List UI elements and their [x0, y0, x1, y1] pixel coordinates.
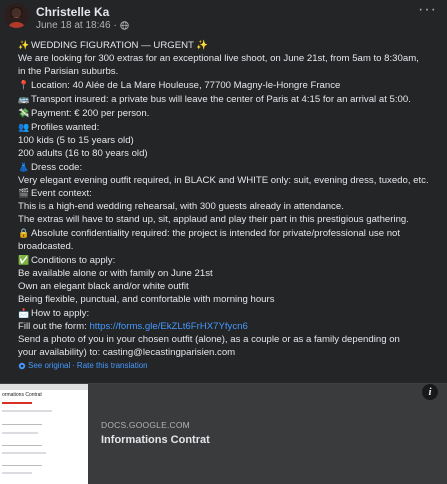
- post-line: ✅ Conditions to apply:: [18, 254, 442, 268]
- line-text: The extras will have to stand up, sit, a…: [18, 214, 409, 226]
- line-emoji-icon: 🚌: [18, 93, 30, 104]
- translation-dot: ·: [72, 361, 75, 370]
- post-line: Very elegant evening outfit required, in…: [18, 175, 442, 188]
- post-line: 📩 How to apply:: [18, 307, 442, 321]
- form-link[interactable]: https://forms.gle/EkZLt6FrHX7Yfycn6: [89, 321, 247, 332]
- line-emoji-icon: 👥: [18, 121, 30, 132]
- post-meta: June 18 at 18:46 ·: [36, 20, 129, 31]
- line-text: Dress code:: [31, 161, 83, 173]
- line-text: How to apply:: [31, 308, 90, 320]
- info-icon[interactable]: i: [422, 384, 438, 400]
- line-text: Event context:: [31, 188, 92, 200]
- link-title[interactable]: Informations Contrat: [101, 434, 210, 446]
- line-text: This is a high-end wedding rehearsal, wi…: [18, 201, 344, 213]
- line-text: Payment: € 200 per person.: [31, 107, 150, 119]
- line-text: WEDDING FIGURATION — URGENT ✨: [31, 40, 209, 51]
- line-emoji-icon: 🎬: [18, 188, 30, 199]
- form-thumbnail: ormations Contrat: [0, 384, 88, 484]
- line-text: 200 adults (16 to 80 years old): [18, 147, 148, 159]
- meta-separator: ·: [113, 20, 117, 31]
- rate-translation-link[interactable]: Rate this translation: [77, 361, 148, 370]
- post-line: Be available alone or with family on Jun…: [18, 268, 442, 281]
- line-text: Profiles wanted:: [31, 121, 100, 133]
- post-line: Send a photo of you in your chosen outfi…: [18, 333, 400, 345]
- author-name[interactable]: Christelle Ka: [36, 5, 109, 19]
- thumbnail-title: ormations Contrat: [2, 392, 42, 398]
- line-text: We are looking for 300 extras for an exc…: [18, 52, 419, 64]
- post-text: ✨ WEDDING FIGURATION — URGENT ✨ We are loo…: [18, 39, 442, 360]
- line-text: Being flexible, punctual, and comfortabl…: [18, 294, 275, 306]
- line-text: Absolute confidentiality required: the p…: [31, 228, 401, 240]
- line-text: Location: 40 Alée de La Mare Houleuse, 7…: [31, 79, 341, 91]
- translation-row: See original · Rate this translation: [18, 361, 148, 370]
- post-line: in the Parisian suburbs.: [18, 66, 442, 79]
- post-line: We are looking for 300 extras for an exc…: [18, 53, 442, 66]
- globe-icon: [120, 21, 129, 30]
- line-text: broadcasted.: [18, 241, 74, 253]
- post-line: 100 kids (5 to 15 years old): [18, 135, 442, 148]
- post-timestamp[interactable]: June 18 at 18:46: [36, 20, 111, 31]
- post-line: 💸 Payment: € 200 per person.: [18, 107, 442, 121]
- post-line: your availability) to: casting@lecasting…: [18, 346, 236, 358]
- see-original-link[interactable]: See original: [28, 361, 70, 370]
- line-text: Conditions to apply:: [31, 255, 116, 267]
- line-text: Transport insured: a private bus will le…: [31, 93, 411, 105]
- post-line: ✨ WEDDING FIGURATION — URGENT ✨: [18, 39, 442, 53]
- author-avatar[interactable]: [4, 3, 29, 28]
- line-emoji-icon: 💸: [18, 107, 30, 118]
- line-text: Be available alone or with family on Jun…: [18, 268, 213, 280]
- line-emoji-icon: 👗: [18, 161, 30, 172]
- post-line: 👗 Dress code:: [18, 161, 442, 175]
- avatar-image: [4, 3, 29, 28]
- facebook-post: Christelle Ka June 18 at 18:46 · ··· ✨ WE…: [0, 0, 447, 484]
- apply-line: Fill out the form: https://forms.gle/EkZ…: [18, 321, 442, 334]
- post-line: Being flexible, punctual, and comfortabl…: [18, 294, 442, 307]
- post-line: 📍 Location: 40 Alée de La Mare Houleuse, …: [18, 79, 442, 93]
- line-emoji-icon: 🔒: [18, 228, 30, 239]
- post-line: 🔒 Absolute confidentiality required: the …: [18, 227, 442, 241]
- post-line: 200 adults (16 to 80 years old): [18, 148, 442, 161]
- line-text: in the Parisian suburbs.: [18, 65, 119, 77]
- post-line: 🚌 Transport insured: a private bus will l…: [18, 93, 442, 107]
- line-text: Very elegant evening outfit required, in…: [18, 174, 429, 186]
- post-line: 🎬 Event context:: [18, 187, 442, 201]
- line-text: 100 kids (5 to 15 years old): [18, 134, 134, 146]
- link-preview-card[interactable]: ormations Contrat DOCS.GOOGLE.COM Inform…: [0, 383, 447, 484]
- line-text: Own an elegant black and/or white outfit: [18, 281, 189, 293]
- translate-icon: [18, 362, 26, 369]
- apply-prefix: Fill out the form:: [18, 321, 90, 333]
- line-emoji-icon: 📩: [18, 308, 30, 319]
- post-line: 👥 Profiles wanted:: [18, 121, 442, 135]
- post-line: Own an elegant black and/or white outfit: [18, 281, 442, 294]
- line-emoji-icon: ✅: [18, 255, 30, 266]
- more-options-button[interactable]: ···: [418, 2, 437, 18]
- post-line: This is a high-end wedding rehearsal, wi…: [18, 201, 442, 214]
- line-emoji-icon: 📍: [18, 79, 30, 90]
- line-emoji-icon: ✨: [18, 40, 30, 50]
- post-line: The extras will have to stand up, sit, a…: [18, 214, 442, 227]
- link-domain: DOCS.GOOGLE.COM: [101, 420, 190, 430]
- post-line: broadcasted.: [18, 241, 442, 254]
